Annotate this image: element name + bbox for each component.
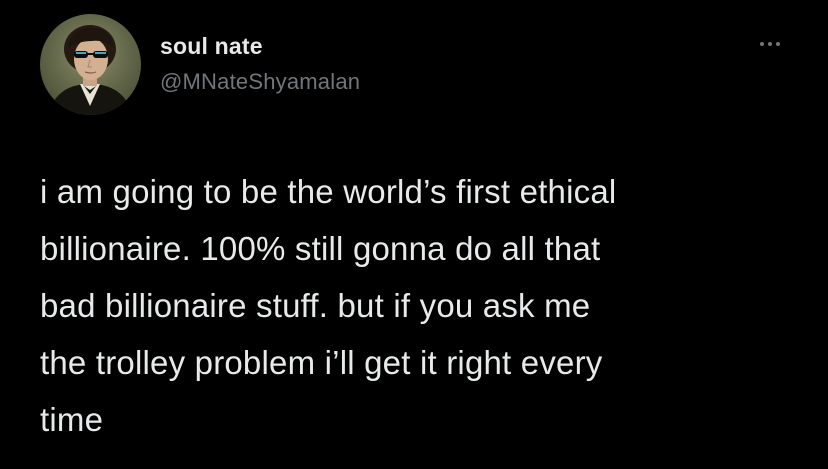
tweet-card: soul nate @MNateShyamalan i am going to … xyxy=(0,0,828,469)
author-avatar[interactable] xyxy=(40,14,141,115)
tweet-text-line: bad billionaire stuff. but if you ask me xyxy=(40,287,591,324)
more-dots-icon xyxy=(768,42,772,46)
tweet-text: i am going to be the world’s first ethic… xyxy=(40,163,800,448)
more-options-button[interactable] xyxy=(752,32,788,56)
tweet-text-line: time xyxy=(40,401,104,438)
tweet-text-line: billionaire. 100% still gonna do all tha… xyxy=(40,230,601,267)
tweet-text-line: i am going to be the world’s first ethic… xyxy=(40,173,617,210)
more-dots-icon xyxy=(760,42,764,46)
more-dots-icon xyxy=(776,42,780,46)
portrait-avatar-icon xyxy=(40,14,141,115)
author-display-name[interactable]: soul nate xyxy=(160,33,263,60)
author-handle[interactable]: @MNateShyamalan xyxy=(160,69,360,95)
tweet-text-line: the trolley problem i’ll get it right ev… xyxy=(40,344,603,381)
